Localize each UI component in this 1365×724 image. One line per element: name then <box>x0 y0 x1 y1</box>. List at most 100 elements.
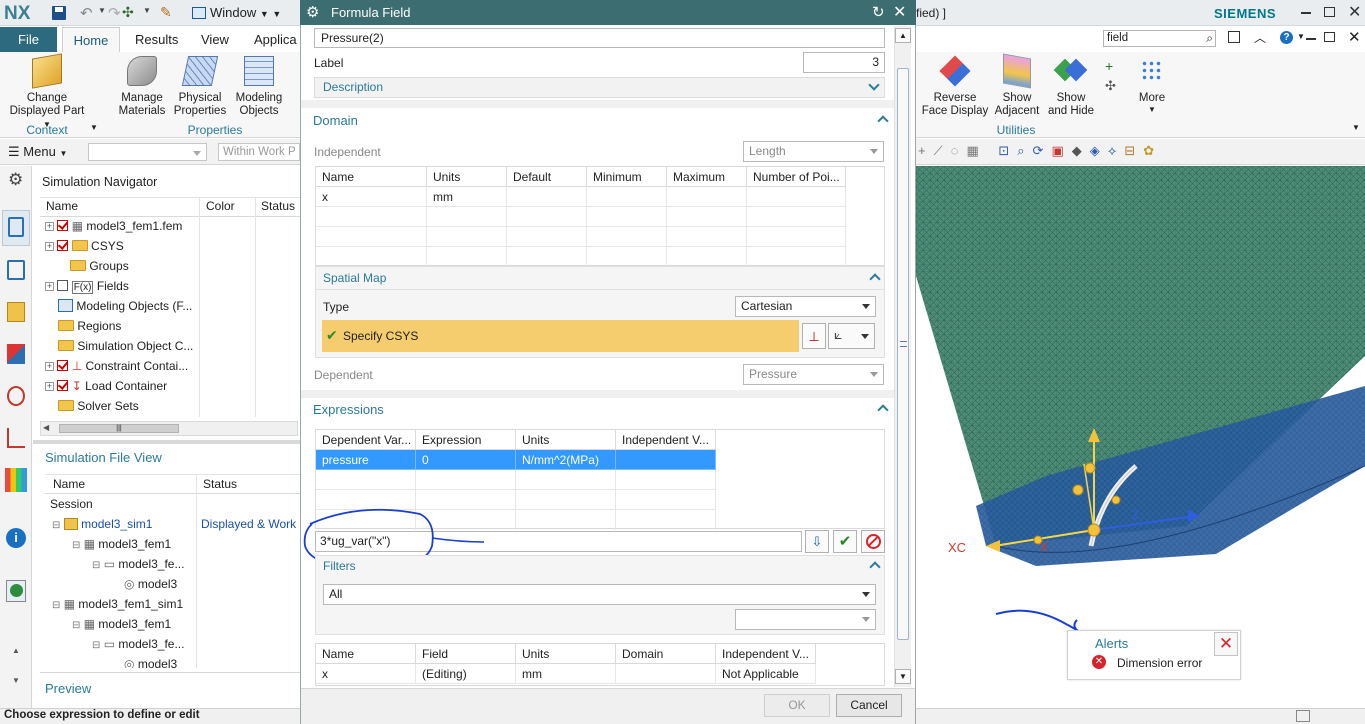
tree-item-fem[interactable]: + ▦ model3_fem1.fem <box>40 216 182 236</box>
domain-col-name[interactable]: Name <box>316 167 427 187</box>
file-row-fem-idealized-2[interactable]: ⊟ ▭ model3_fe... <box>92 634 184 654</box>
filters-header[interactable]: Filters <box>315 555 885 577</box>
expand-icon[interactable]: + <box>45 222 54 231</box>
tree-item-modeling-objects[interactable]: Modeling Objects (F... <box>40 296 192 316</box>
graph-navigator-icon[interactable] <box>7 428 25 448</box>
csys-type-dropdown[interactable]: ⟀ <box>828 323 875 349</box>
redo-icon[interactable]: ↷ <box>108 4 121 22</box>
filters-combo[interactable]: All <box>323 584 876 605</box>
web-browser-icon[interactable] <box>6 580 26 602</box>
collapse-icon[interactable]: ⊟ <box>52 520 60 531</box>
cancel-button[interactable]: Cancel <box>836 694 902 717</box>
help-dropdown-icon[interactable]: ▼ <box>1297 32 1305 41</box>
undo-icon[interactable]: ↶ <box>80 4 93 22</box>
domain-col-units[interactable]: Units <box>427 167 507 187</box>
tree-item-regions[interactable]: Regions <box>40 316 121 336</box>
domain-col-minimum[interactable]: Minimum <box>587 167 667 187</box>
tab-view[interactable]: View <box>193 27 237 52</box>
simulation-navigator-tab-icon[interactable] <box>2 210 30 246</box>
doc-minimize-button[interactable] <box>1306 38 1316 40</box>
filter-cell-domain[interactable] <box>616 664 716 684</box>
window-menu[interactable]: Window ▼ ▼ <box>192 4 281 22</box>
customize-quick-access-icon[interactable]: ▼ <box>272 9 281 19</box>
domain-cell-points[interactable] <box>747 187 846 207</box>
visibility-checkbox[interactable] <box>57 360 69 371</box>
domain-cell-maximum[interactable] <box>667 187 747 207</box>
ok-button[interactable]: OK <box>764 694 830 717</box>
navigator-hscrollbar[interactable]: ◀ ||| <box>40 421 298 436</box>
rail-scroll-down-icon[interactable]: ▼ <box>12 676 20 685</box>
edge-style-icon[interactable]: ⟡ <box>1108 143 1125 158</box>
formula-insert-button[interactable]: ⇩ <box>805 530 829 553</box>
snap-circle-icon[interactable]: ◌ <box>951 143 967 158</box>
fit-view-icon[interactable]: ⊡ <box>998 143 1017 158</box>
snap-toolbar[interactable]: +⟋◌▦ ⊡⌕⟳▣◆◈⟡⊟✿ <box>918 143 1358 161</box>
fields-checkbox[interactable] <box>57 280 69 291</box>
visibility-checkbox[interactable] <box>57 380 69 391</box>
menu-button[interactable]: ☰ Menu ▼ <box>8 143 67 163</box>
alerts-close-button[interactable]: ✕ <box>1214 632 1238 656</box>
change-displayed-part-button[interactable]: Change Displayed Part ▼ <box>6 53 88 129</box>
cube-icon[interactable]: ◈ <box>1090 143 1108 158</box>
tab-home[interactable]: Home <box>62 27 120 52</box>
alert-message[interactable]: Dimension error <box>1117 656 1202 670</box>
color-palette-icon[interactable]: ✿ <box>1143 143 1162 158</box>
tree-item-load-container[interactable]: + ↧ Load Container <box>40 376 167 396</box>
domain-col-default[interactable]: Default <box>507 167 587 187</box>
more-button[interactable]: More ▼ <box>1130 56 1174 114</box>
collapse-icon[interactable]: ⊟ <box>72 620 80 631</box>
snap-plus-icon[interactable]: + <box>918 143 934 158</box>
show-and-hide-button[interactable]: Show and Hide <box>1044 56 1098 118</box>
csys-dialog-button[interactable]: ⟂ <box>802 323 826 349</box>
dependent-combo[interactable]: Pressure <box>743 364 884 385</box>
modeling-objects-button[interactable]: Modeling Objects <box>231 56 287 118</box>
file-row-model[interactable]: ◎ model3 <box>124 574 177 594</box>
undo-dropdown-icon[interactable]: ▼ <box>98 6 106 15</box>
render-style-icon[interactable]: ◆ <box>1072 143 1090 158</box>
filter-cell-field[interactable]: (Editing) <box>416 664 516 684</box>
search-icon[interactable]: ⌕ <box>1206 31 1213 46</box>
show-adjacent-button[interactable]: Show Adjacent <box>992 53 1042 118</box>
collapse-ribbon-icon[interactable]: ︿ <box>1254 29 1266 46</box>
doc-close-button[interactable]: ✕ <box>1348 28 1361 46</box>
file-row-fem[interactable]: ⊟ ▦ model3_fem1 <box>72 534 171 554</box>
tree-item-simulation-object[interactable]: Simulation Object C... <box>40 336 193 356</box>
manage-materials-button[interactable]: Manage Materials <box>115 56 169 118</box>
description-section[interactable]: Description <box>314 77 885 98</box>
snap-grid-icon[interactable]: ▦ <box>966 143 986 158</box>
filter-col-units[interactable]: Units <box>516 644 616 664</box>
rail-scroll-up-icon[interactable]: ▲ <box>12 646 20 655</box>
expr-cell-independent[interactable] <box>616 450 716 470</box>
file-row-fem-2[interactable]: ⊟ ▦ model3_fem1 <box>72 614 171 634</box>
alerts-popup[interactable]: Alerts ✕ Dimension error ✕ <box>1067 630 1241 680</box>
fem-navigator-icon[interactable] <box>7 260 25 280</box>
scroll-up-icon[interactable]: ▲ <box>895 28 911 43</box>
filter-col-domain[interactable]: Domain <box>616 644 716 664</box>
constraint-navigator-icon[interactable] <box>7 344 25 364</box>
label-input[interactable]: 3 <box>803 52 885 73</box>
snap-line-icon[interactable]: ⟋ <box>934 143 951 158</box>
context-group-expand-icon[interactable]: ▼ <box>90 123 98 132</box>
file-row-fem-sim[interactable]: ⊟ ▦ model3_fem1_sim1 <box>52 594 183 614</box>
formula-accept-button[interactable]: ✔ <box>833 530 857 553</box>
expressions-section-header[interactable]: Expressions <box>307 397 893 423</box>
csys-triad[interactable] <box>966 406 1266 566</box>
tree-item-constraint-container[interactable]: + ⊥ Constraint Contai... <box>40 356 188 376</box>
file-view-col-name[interactable]: Name <box>53 477 85 491</box>
paint-icon[interactable]: ✎ <box>160 4 172 21</box>
simulation-file-view-title[interactable]: Simulation File View <box>45 450 162 465</box>
scroll-thumb[interactable]: ||| <box>59 424 179 433</box>
dialog-scroll-thumb[interactable] <box>897 68 909 640</box>
selection-scope-combo[interactable]: Within Work P <box>218 143 300 161</box>
specify-csys-row[interactable]: ✔ Specify CSYS <box>322 320 799 352</box>
dialog-scrollbar[interactable]: ▲ ▼ <box>894 26 911 687</box>
nav-col-color[interactable]: Color <box>206 199 235 213</box>
dialog-close-button[interactable]: ✕ <box>893 2 906 22</box>
file-row-model-2[interactable]: ◎ model3 <box>124 654 177 668</box>
collapse-icon[interactable]: ⊟ <box>92 640 100 651</box>
formula-cancel-button[interactable] <box>861 530 885 553</box>
tab-application[interactable]: Applica <box>246 27 305 52</box>
expand-icon[interactable]: + <box>45 242 54 251</box>
collapse-icon[interactable]: ⊟ <box>72 540 80 551</box>
selection-dropdown-icon[interactable]: ▼ <box>143 6 151 15</box>
